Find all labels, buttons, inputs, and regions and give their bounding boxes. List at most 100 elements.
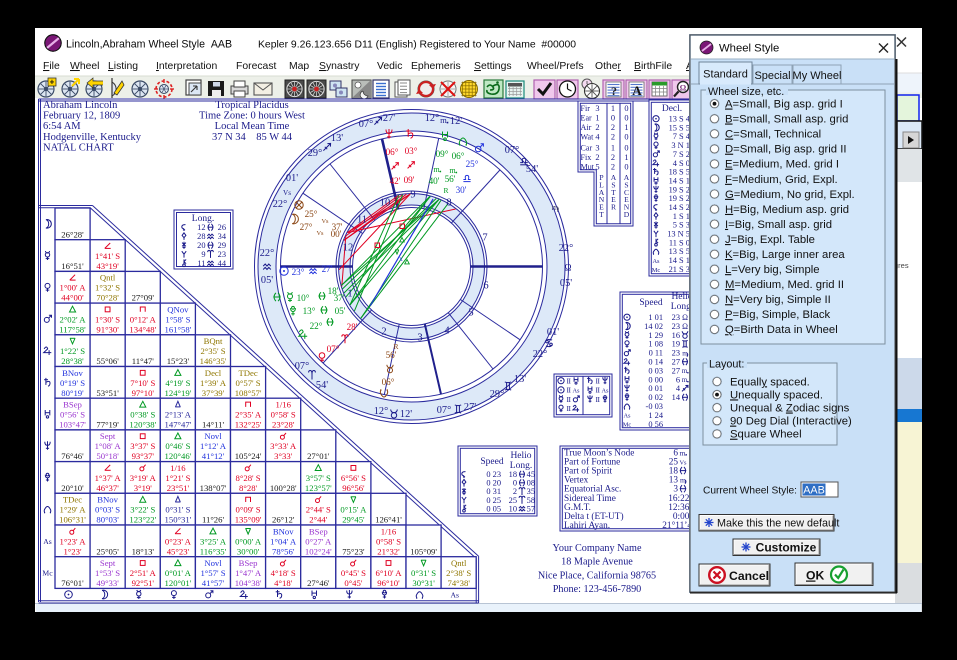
svg-text:T: T xyxy=(599,210,604,219)
svg-text:Wheel Style: Wheel Style xyxy=(719,43,779,55)
svg-text:Wheel/Prefs: Wheel/Prefs xyxy=(527,61,584,72)
svg-text:J=Big, Expl. Table: J=Big, Expl. Table xyxy=(725,234,815,246)
svg-text:0°56' S: 0°56' S xyxy=(60,410,85,420)
svg-text:Cancel: Cancel xyxy=(729,569,769,583)
svg-text:50°18': 50°18' xyxy=(96,451,119,461)
svg-text:BNov: BNov xyxy=(97,495,118,505)
svg-text:3°37' S: 3°37' S xyxy=(130,441,155,451)
svg-text:1°32' S: 1°32' S xyxy=(95,283,120,293)
svg-text:TDec: TDec xyxy=(63,495,82,505)
svg-text:106°31': 106°31' xyxy=(59,515,86,525)
svg-text:13': 13' xyxy=(331,133,343,144)
svg-text:Make this the new default: Make this the new default xyxy=(717,518,839,530)
svg-text:104°38': 104°38' xyxy=(235,578,262,588)
svg-text:123°57': 123°57' xyxy=(305,483,332,493)
svg-text:BQnt: BQnt xyxy=(204,336,223,346)
svg-text:11: 11 xyxy=(357,215,367,226)
svg-text:45°23': 45°23' xyxy=(167,546,190,556)
svg-text:0°01' A: 0°01' A xyxy=(165,568,192,578)
svg-text:Your Company Name: Your Company Name xyxy=(553,543,642,554)
svg-text:29°: 29° xyxy=(490,389,504,400)
svg-text:26: 26 xyxy=(218,223,226,232)
svg-text:09°: 09° xyxy=(436,149,449,159)
svg-text:108°57': 108°57' xyxy=(235,388,262,398)
svg-text:34: 34 xyxy=(218,232,227,241)
svg-text:0°57' S: 0°57' S xyxy=(236,378,261,388)
svg-text:K=Big, Large inner area: K=Big, Large inner area xyxy=(725,249,845,261)
svg-text:1°23' A: 1°23' A xyxy=(59,536,86,546)
svg-text:00': 00' xyxy=(331,229,342,239)
svg-text:146°35': 146°35' xyxy=(200,356,227,366)
svg-text:1°21' S: 1°21' S xyxy=(165,473,190,483)
svg-text:Synastry: Synastry xyxy=(319,61,360,72)
svg-text:Standard: Standard xyxy=(703,69,748,81)
svg-text:12': 12' xyxy=(450,116,462,127)
svg-text:Interpretation: Interpretation xyxy=(156,61,217,72)
svg-text:0°03' S: 0°03' S xyxy=(95,505,120,515)
svg-text:11: 11 xyxy=(197,259,205,268)
svg-text:Current Wheel Style:: Current Wheel Style: xyxy=(703,486,797,497)
svg-text:56': 56' xyxy=(445,174,456,184)
svg-text:70°28': 70°28' xyxy=(96,293,119,303)
svg-text:m: m xyxy=(680,448,686,457)
svg-text:120°38': 120°38' xyxy=(129,420,156,430)
svg-text:6:54 AM: 6:54 AM xyxy=(43,121,81,132)
svg-text:23°28': 23°28' xyxy=(272,420,295,430)
svg-text:3°19' A: 3°19' A xyxy=(130,473,157,483)
svg-text:As: As xyxy=(601,388,609,395)
svg-text:27: 27 xyxy=(672,358,680,367)
svg-text:13': 13' xyxy=(514,374,526,385)
svg-text:6°10' A: 6°10' A xyxy=(375,568,402,578)
svg-text:Speed: Speed xyxy=(639,298,662,308)
svg-text:54': 54' xyxy=(526,164,538,175)
svg-text:1°22' S: 1°22' S xyxy=(60,346,85,356)
svg-text:44: 44 xyxy=(218,259,227,268)
svg-text:28: 28 xyxy=(197,232,205,241)
svg-text:135°09': 135°09' xyxy=(235,515,262,525)
svg-text:0: 0 xyxy=(611,114,615,123)
svg-text:Map: Map xyxy=(289,61,309,72)
svg-text:11 S 0: 11 S 0 xyxy=(669,238,690,247)
svg-text:22°: 22° xyxy=(310,321,323,331)
svg-text:93°37': 93°37' xyxy=(132,451,155,461)
svg-text:0°31' S: 0°31' S xyxy=(411,568,436,578)
svg-text:80°03': 80°03' xyxy=(96,515,119,525)
svg-text:1°04' A: 1°04' A xyxy=(270,536,297,546)
svg-text:78°56': 78°56' xyxy=(272,546,295,556)
svg-text:M=Medium, Med. grid II: M=Medium, Med. grid II xyxy=(725,279,844,291)
svg-text:06°: 06° xyxy=(386,147,399,157)
svg-text:Sept: Sept xyxy=(100,431,116,441)
svg-text:2°35' S: 2°35' S xyxy=(200,346,225,356)
svg-text:49°33': 49°33' xyxy=(96,578,119,588)
svg-text:3°22' S: 3°22' S xyxy=(130,505,155,515)
svg-text:14°11': 14°11' xyxy=(202,420,225,430)
svg-text:9: 9 xyxy=(201,250,205,259)
svg-text:Helio: Helio xyxy=(510,451,531,461)
svg-text:80°19': 80°19' xyxy=(61,388,84,398)
svg-text:23: 23 xyxy=(218,250,226,259)
svg-text:16°51': 16°51' xyxy=(61,261,84,271)
svg-text:96°56': 96°56' xyxy=(342,483,365,493)
svg-text:-0 03: -0 03 xyxy=(646,402,663,411)
svg-text:1: 1 xyxy=(611,144,615,153)
svg-text:Speed: Speed xyxy=(480,457,503,467)
svg-text:Settings: Settings xyxy=(474,61,512,72)
svg-text:18 S 5: 18 S 5 xyxy=(669,168,690,177)
svg-text:0: 0 xyxy=(624,144,628,153)
svg-text:1/16: 1/16 xyxy=(170,463,186,473)
svg-text:124°19': 124°19' xyxy=(165,388,192,398)
svg-text:Ω: Ω xyxy=(682,313,688,322)
svg-text:01': 01' xyxy=(286,173,298,184)
svg-text:53°51': 53°51' xyxy=(96,388,119,398)
svg-text:13°: 13° xyxy=(303,306,316,316)
svg-text:0 01: 0 01 xyxy=(648,384,663,393)
svg-text:27': 27' xyxy=(464,402,476,413)
svg-text:92°51': 92°51' xyxy=(132,578,155,588)
svg-text:2: 2 xyxy=(595,123,599,132)
svg-text:2°44': 2°44' xyxy=(309,515,328,525)
svg-text:Ω: Ω xyxy=(680,84,687,93)
svg-text:Unequal & Zodiac signs: Unequal & Zodiac signs xyxy=(730,403,850,415)
svg-text:2°35' A: 2°35' A xyxy=(235,410,262,420)
svg-text:10: 10 xyxy=(380,198,391,209)
svg-text:BirthFile: BirthFile xyxy=(634,61,672,72)
